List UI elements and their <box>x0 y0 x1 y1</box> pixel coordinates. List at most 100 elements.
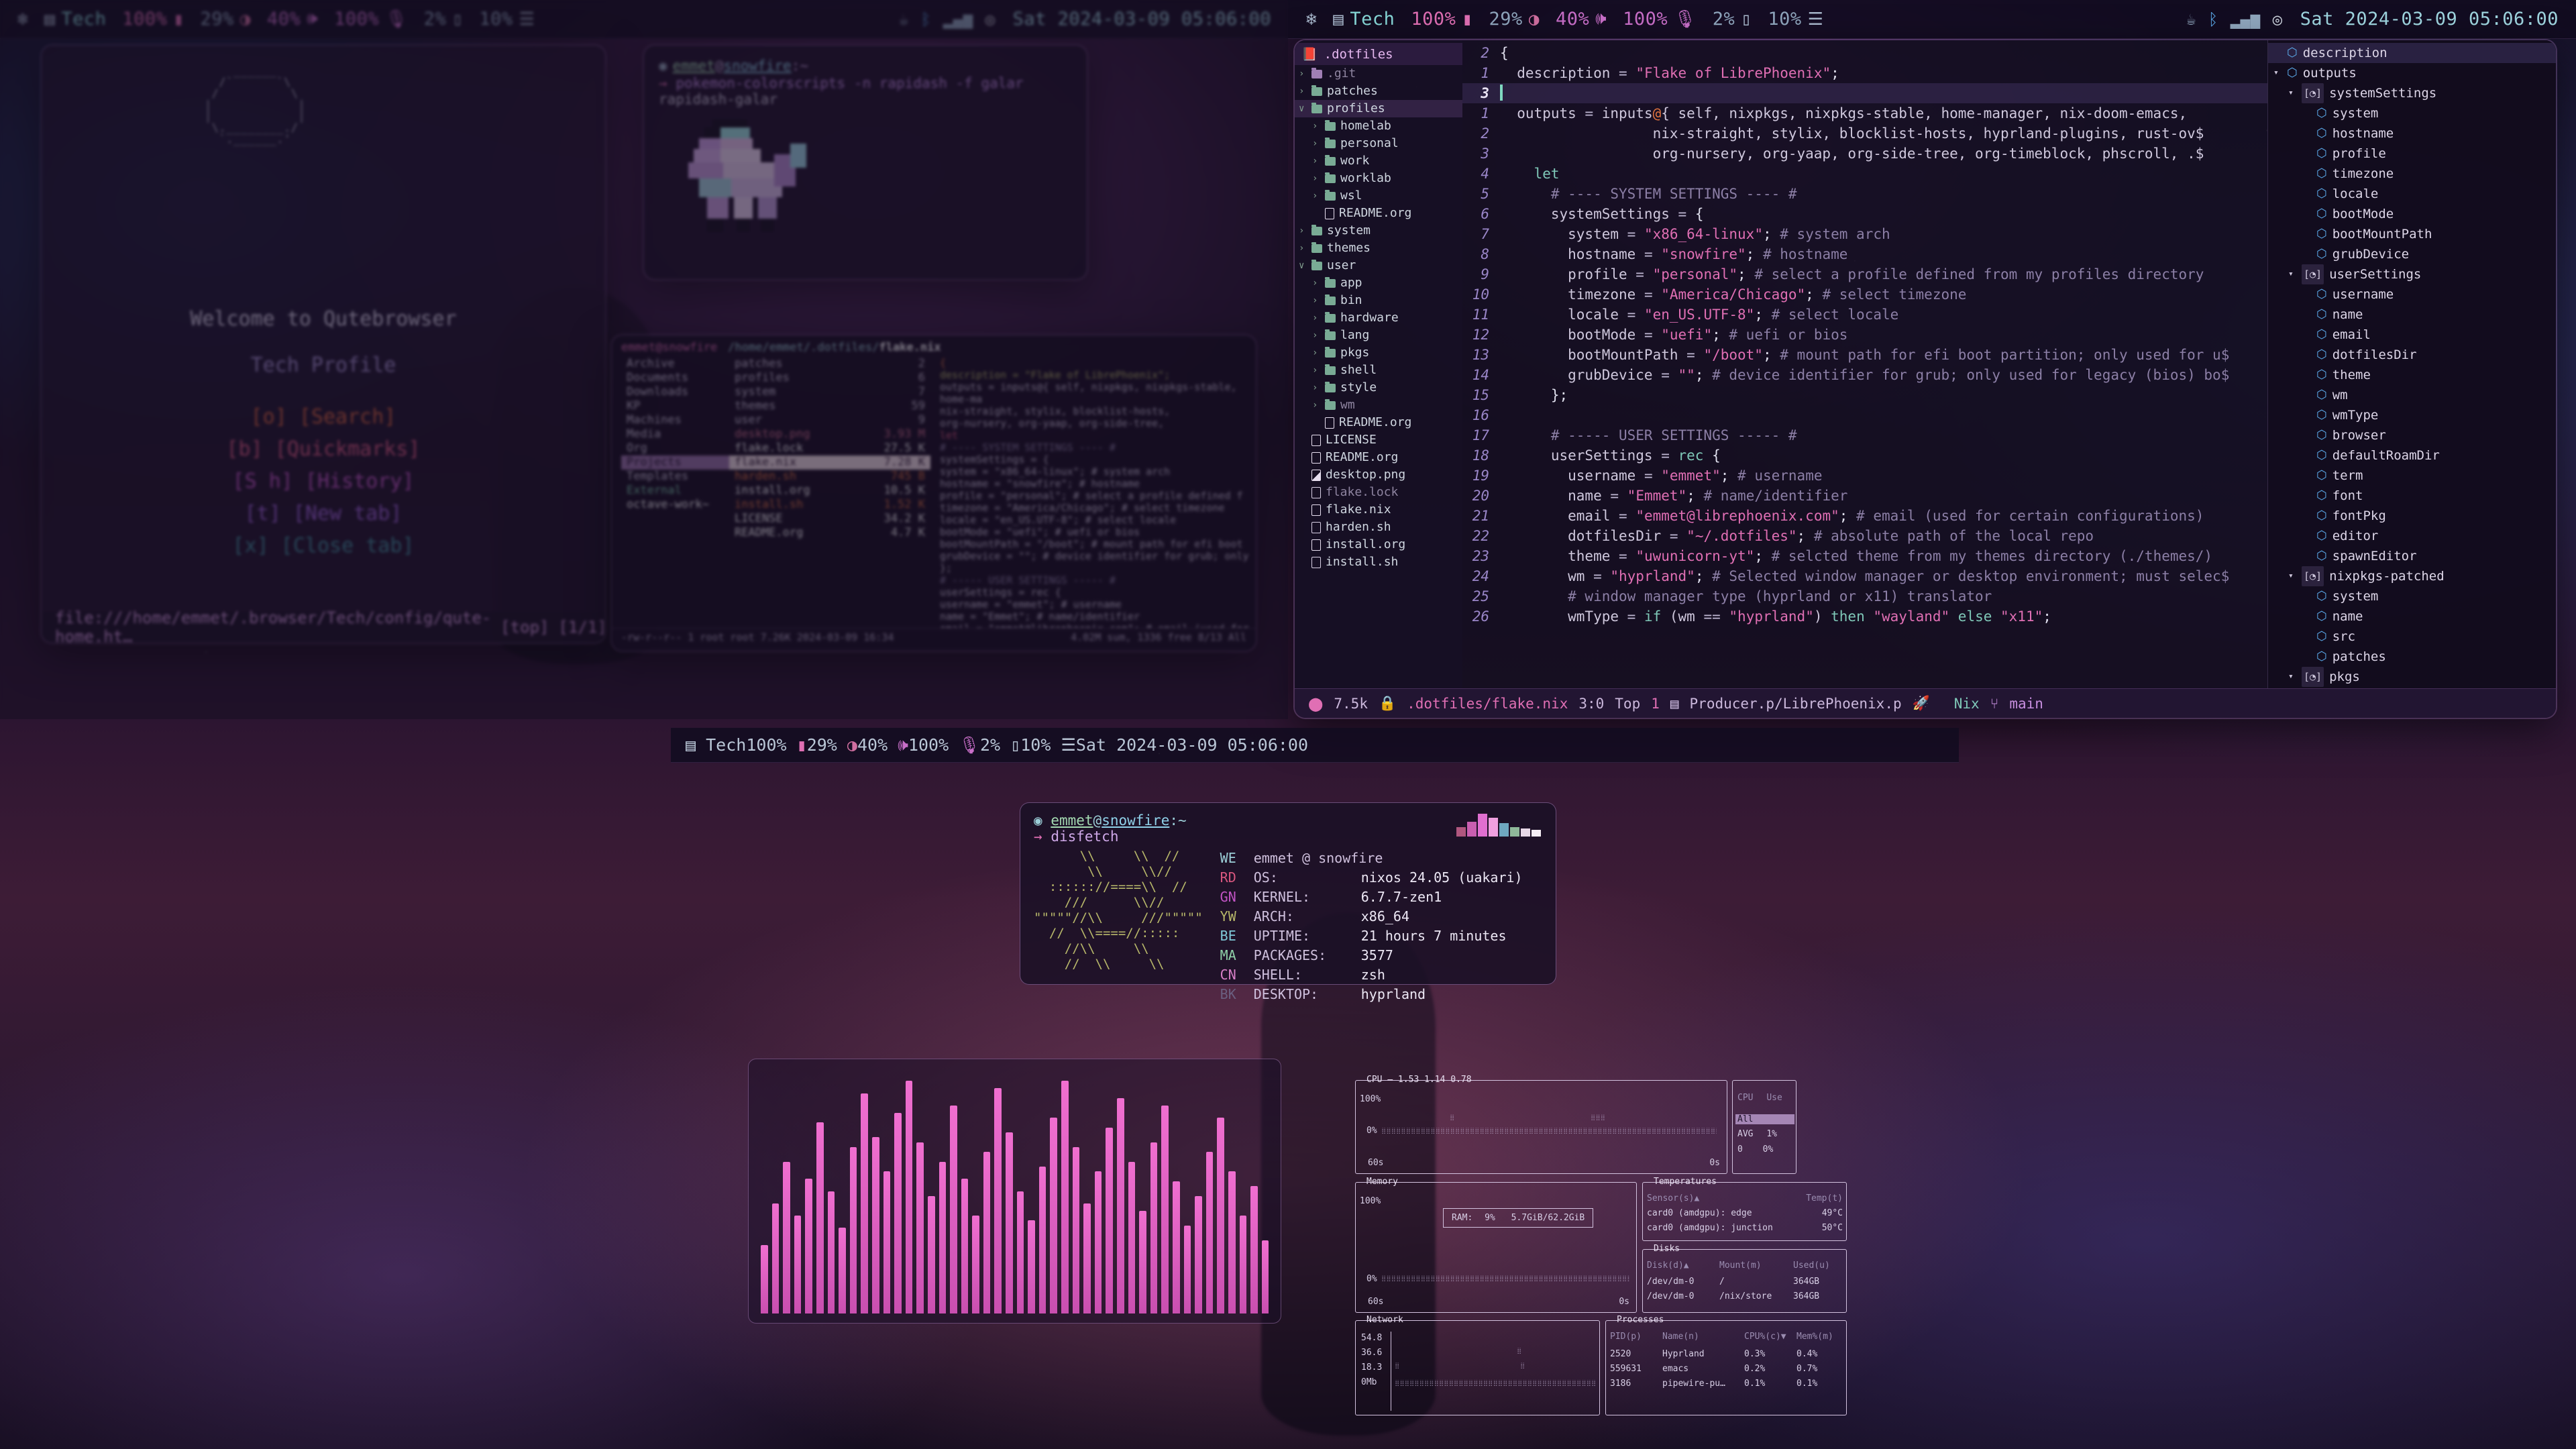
outline-node-email[interactable]: ⬡ email <box>2268 325 2556 345</box>
chevron-down-icon[interactable]: ∨ <box>1299 258 1307 274</box>
triangle-down-icon[interactable]: ▾ <box>2288 264 2296 284</box>
outline-node-browser[interactable]: ⬡ browser <box>2268 425 2556 445</box>
chevron-right-icon[interactable]: › <box>1312 310 1320 326</box>
bottom-terminal-window[interactable] <box>0 0 1288 719</box>
outline-node-src[interactable]: ⬡ src <box>2268 627 2556 647</box>
proc-col-pid[interactable]: PID(p) <box>1610 1332 1662 1342</box>
chevron-right-icon[interactable]: › <box>1312 118 1320 134</box>
btop-temperatures-box[interactable]: Temperatures Sensor(s)▲ Temp(t) card0 (a… <box>1642 1177 1847 1241</box>
outline-node-theme[interactable]: ⬡ theme <box>2268 365 2556 385</box>
treemacs-node-harden-sh[interactable]: harden.sh <box>1295 519 1462 536</box>
chevron-right-icon[interactable]: › <box>1312 170 1320 186</box>
outline-node-locale[interactable]: ⬡ locale <box>2268 184 2556 204</box>
coffee-off-icon[interactable]: ☕ <box>2186 10 2196 29</box>
treemacs-node-license[interactable]: LICENSE <box>1295 431 1462 449</box>
btop-system-monitor[interactable]: CPU – 1.53 1.14 0.78 100% 0% ⣿⣿⣿⣿⣿⣿⣿⣿⣿⣿⣿… <box>1355 1075 1847 1415</box>
treemacs-node-themes[interactable]: › themes <box>1295 239 1462 257</box>
disks-col-mount[interactable]: Mount(m) <box>1719 1260 1793 1271</box>
battery-widget-right[interactable]: 100% ▮ <box>1411 9 1472 30</box>
disc-icon[interactable]: ◎ <box>2273 10 2283 29</box>
triangle-down-icon[interactable]: ▾ <box>2273 63 2282 83</box>
treemacs-node-work[interactable]: › work <box>1295 152 1462 170</box>
proc-col-mem[interactable]: Mem%(m) <box>1796 1332 1833 1342</box>
outline-node-defaultroamdir[interactable]: ⬡ defaultRoamDir <box>2268 445 2556 466</box>
treemacs-node--git[interactable]: › .git <box>1295 65 1462 83</box>
treemacs-node-shell[interactable]: › shell <box>1295 362 1462 379</box>
proc-row[interactable]: 2520 Hyprland 0.3% 0.4% <box>1610 1349 1843 1359</box>
treemacs-node-desktop-png[interactable]: desktop.png <box>1295 466 1462 484</box>
microphone-widget-bottom[interactable]: 100% 🎙 <box>908 735 980 755</box>
outline-node-term[interactable]: ⬡ term <box>2268 466 2556 486</box>
treemacs-node-flake-lock[interactable]: flake.lock <box>1295 484 1462 501</box>
workspace-indicator-right[interactable]: ▤ Tech <box>1333 9 1395 30</box>
treemacs-node-readme-org[interactable]: README.org <box>1295 414 1462 431</box>
outline-node-patches[interactable]: ⬡ patches <box>2268 647 2556 667</box>
triangle-down-icon[interactable]: ▾ <box>2288 83 2296 103</box>
outline-node-name[interactable]: ⬡ name <box>2268 606 2556 627</box>
outline-node-profile[interactable]: ⬡ profile <box>2268 144 2556 164</box>
outline-node-systemsettings[interactable]: ▾ [◔] systemSettings <box>2268 83 2556 103</box>
treemacs-node-style[interactable]: › style <box>1295 379 1462 396</box>
disk-widget-right[interactable]: 10% ☰ <box>1768 9 1823 30</box>
chevron-right-icon[interactable]: › <box>1312 136 1320 152</box>
outline-node-usersettings[interactable]: ▾ [◔] userSettings <box>2268 264 2556 284</box>
treemacs-node-app[interactable]: › app <box>1295 274 1462 292</box>
chevron-right-icon[interactable]: › <box>1312 188 1320 204</box>
memory-widget-bottom[interactable]: 2% ▯ <box>980 735 1020 755</box>
temps-col-sensor[interactable]: Sensor(s)▲ <box>1647 1193 1699 1203</box>
treemacs-node-flake-nix[interactable]: flake.nix <box>1295 501 1462 519</box>
outline-node-system[interactable]: ⬡ system <box>2268 103 2556 123</box>
temps-col-temp[interactable]: Temp(t) <box>1806 1193 1843 1203</box>
memory-widget-right[interactable]: 2% ▯ <box>1713 9 1752 30</box>
chevron-right-icon[interactable]: › <box>1312 362 1320 378</box>
outline-node-fontpkg[interactable]: ⬡ fontPkg <box>2268 506 2556 526</box>
battery-widget-bottom[interactable]: 100% ▮ <box>746 735 806 755</box>
bluetooth-icon[interactable]: ᛒ <box>2208 10 2218 29</box>
cpu-widget-bottom[interactable]: 29% ◑ <box>807 735 857 755</box>
cpu-widget-right[interactable]: 29% ◑ <box>1489 9 1540 30</box>
workspace-indicator-bottom[interactable]: ▤ Tech <box>686 735 746 755</box>
topbar-right[interactable]: ❄ ▤ Tech 100% ▮ 29% ◑ 40% 🕪 100% 🎙 2% ▯ … <box>1289 0 2576 39</box>
outline-node-editor[interactable]: ⬡ editor <box>2268 526 2556 546</box>
chevron-right-icon[interactable]: › <box>1299 66 1307 82</box>
outline-node-system[interactable]: ⬡ system <box>2268 586 2556 606</box>
outline-node-nixpkgs-patched[interactable]: ▾ [◔] nixpkgs-patched <box>2268 566 2556 586</box>
topbar-bottom[interactable]: ▤ Tech 100% ▮ 29% ◑ 40% 🕪 100% 🎙 2% ▯ 10… <box>671 728 1959 763</box>
emacs-outline-sidebar[interactable]: ⬡ description ▾ ⬡ outputs ▾ [◔] systemSettings ⬡… <box>2267 40 2556 688</box>
treemacs-node-wsl[interactable]: › wsl <box>1295 187 1462 205</box>
chevron-right-icon[interactable]: › <box>1299 223 1307 239</box>
outline-node-bootmountpath[interactable]: ⬡ bootMountPath <box>2268 224 2556 244</box>
chevron-right-icon[interactable]: › <box>1312 380 1320 396</box>
outline-node-wmtype[interactable]: ⬡ wmType <box>2268 405 2556 425</box>
nix-logo-right[interactable]: ❄ <box>1306 9 1317 30</box>
chevron-right-icon[interactable]: › <box>1299 240 1307 256</box>
treemacs-node-install-org[interactable]: install.org <box>1295 536 1462 553</box>
emacs-window[interactable]: 📕 .dotfiles › .git › patches ∨ profiles › homel… <box>1295 40 2556 718</box>
emacs-code-buffer[interactable]: 2{1 description = "Flake of LibrePhoenix… <box>1462 40 2267 688</box>
outline-node-hostname[interactable]: ⬡ hostname <box>2268 123 2556 144</box>
treemacs-node-homelab[interactable]: › homelab <box>1295 117 1462 135</box>
chevron-right-icon[interactable]: › <box>1312 153 1320 169</box>
emacs-treemacs-sidebar[interactable]: 📕 .dotfiles › .git › patches ∨ profiles › homel… <box>1295 40 1462 688</box>
disks-col-disk[interactable]: Disk(d)▲ <box>1647 1260 1719 1271</box>
chevron-right-icon[interactable]: › <box>1312 345 1320 361</box>
treemacs-node-readme-org[interactable]: README.org <box>1295 205 1462 222</box>
treemacs-project-title[interactable]: 📕 .dotfiles <box>1295 43 1462 65</box>
volume-widget-right[interactable]: 40% 🕪 <box>1556 9 1607 30</box>
system-tray-right[interactable]: ☕ ᛒ ▂▄▆ ◎ <box>2186 10 2283 29</box>
btop-memory-box[interactable]: Memory 100% 0% RAM: 9% 5.7GiB/62.2GiB ⣿⣿… <box>1355 1177 1637 1313</box>
outline-node-grubdevice[interactable]: ⬡ grubDevice <box>2268 244 2556 264</box>
outline-node-pkgs[interactable]: ▾ [◔] pkgs <box>2268 667 2556 687</box>
treemacs-node-lang[interactable]: › lang <box>1295 327 1462 344</box>
triangle-down-icon[interactable]: ▾ <box>2288 566 2296 586</box>
disks-col-used[interactable]: Used(u) <box>1793 1260 1830 1271</box>
outline-node-timezone[interactable]: ⬡ timezone <box>2268 164 2556 184</box>
outline-node-outputs[interactable]: ▾ ⬡ outputs <box>2268 63 2556 83</box>
chevron-right-icon[interactable]: › <box>1312 397 1320 413</box>
disk-widget-bottom[interactable]: 10% ☰ <box>1020 735 1076 755</box>
chevron-down-icon[interactable]: ∨ <box>1299 101 1307 117</box>
chevron-right-icon[interactable]: › <box>1299 83 1307 99</box>
outline-node-description[interactable]: ⬡ description <box>2268 43 2556 63</box>
wifi-signal-icon[interactable]: ▂▄▆ <box>2231 10 2261 29</box>
chevron-right-icon[interactable]: › <box>1312 275 1320 291</box>
